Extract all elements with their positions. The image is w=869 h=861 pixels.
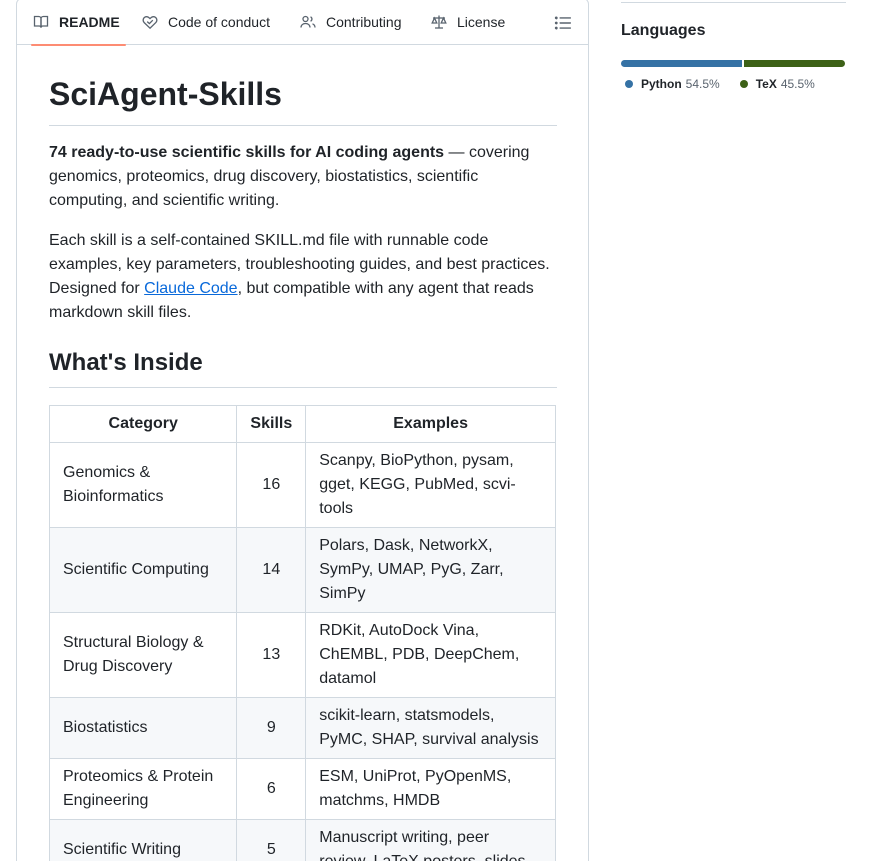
- table-header-row: Category Skills Examples: [48, 405, 556, 443]
- tab-readme-label: README: [59, 14, 120, 30]
- cell-skills: 9: [236, 697, 307, 759]
- languages-list: Python 54.5% TeX 45.5%: [621, 75, 831, 93]
- tab-readme[interactable]: README: [31, 0, 126, 46]
- code-of-conduct-icon: [142, 14, 158, 30]
- section-heading: What's Inside: [49, 349, 203, 376]
- cell-category: Scientific Computing: [48, 527, 238, 613]
- sidebar-divider: [621, 2, 846, 3]
- intro-paragraph: 74 ready-to-use scientific skills for AI…: [49, 141, 557, 213]
- language-percent: 45.5%: [780, 77, 815, 91]
- cell-skills: 16: [236, 442, 307, 528]
- tab-license-label: License: [457, 14, 506, 30]
- table-row: Proteomics & Protein Engineering 6 ESM, …: [48, 758, 556, 820]
- cell-category: Genomics & Bioinformatics: [48, 442, 238, 528]
- cell-category: Structural Biology & Drug Discovery: [48, 612, 238, 698]
- table-row: Scientific Writing 5 Manuscript writing,…: [48, 819, 556, 861]
- tab-code-of-conduct-label: Code of conduct: [168, 14, 270, 30]
- cell-examples: scikit-learn, statsmodels, PyMC, SHAP, s…: [305, 697, 556, 759]
- cell-skills: 6: [236, 758, 307, 820]
- language-name: TeX: [755, 77, 777, 91]
- cell-category: Biostatistics: [48, 697, 238, 759]
- tab-code-of-conduct[interactable]: Code of conduct: [142, 0, 270, 45]
- tab-contributing-label: Contributing: [326, 14, 402, 30]
- law-scale-icon: [431, 14, 447, 30]
- cell-examples: Manuscript writing, peer review, LaTeX p…: [305, 819, 556, 861]
- outline-toc-button[interactable]: [554, 14, 572, 32]
- table-row: Biostatistics 9 scikit-learn, statsmodel…: [48, 697, 556, 759]
- languages-heading: Languages: [621, 22, 706, 39]
- language-name: Python: [641, 77, 682, 91]
- cell-skills: 14: [236, 527, 307, 613]
- tab-license[interactable]: License: [431, 0, 505, 45]
- readme-panel: README Code of conduct Contributing Lice…: [16, 0, 589, 861]
- tab-contributing[interactable]: Contributing: [300, 0, 402, 45]
- cell-examples: ESM, UniProt, PyOpenMS, matchms, HMDB: [305, 758, 556, 820]
- readme-tabbar: README Code of conduct Contributing Lice…: [17, 0, 588, 46]
- language-bar-python[interactable]: [621, 60, 742, 67]
- skills-table: Category Skills Examples Genomics & Bioi…: [48, 405, 556, 861]
- cell-skills: 5: [236, 819, 307, 861]
- language-item-tex[interactable]: TeX 45.5%: [736, 75, 815, 93]
- languages-bar: [621, 60, 845, 67]
- language-percent: 54.5%: [685, 77, 720, 91]
- intro-bold-text: 74 ready-to-use scientific skills for AI…: [49, 144, 445, 161]
- language-item-python[interactable]: Python 54.5%: [621, 75, 720, 93]
- header-skills: Skills: [236, 405, 307, 443]
- people-icon: [300, 14, 316, 30]
- cell-examples: Polars, Dask, NetworkX, SymPy, UMAP, PyG…: [305, 527, 556, 613]
- language-bar-tex[interactable]: [743, 60, 845, 67]
- cell-examples: RDKit, AutoDock Vina, ChEMBL, PDB, DeepC…: [305, 612, 556, 698]
- cell-category: Scientific Writing: [48, 819, 238, 861]
- table-row: Structural Biology & Drug Discovery 13 R…: [48, 612, 556, 698]
- readme-title: SciAgent-Skills: [49, 76, 282, 112]
- description-paragraph: Each skill is a self-contained SKILL.md …: [49, 229, 557, 325]
- book-icon: [33, 14, 49, 30]
- claude-code-link[interactable]: Claude Code: [144, 280, 237, 297]
- header-examples: Examples: [305, 405, 556, 443]
- python-color-dot: [625, 80, 633, 88]
- table-row: Genomics & Bioinformatics 16 Scanpy, Bio…: [48, 442, 556, 528]
- tex-color-dot: [739, 80, 748, 88]
- list-unordered-icon: [554, 16, 572, 36]
- title-divider: [49, 125, 557, 126]
- cell-skills: 13: [236, 612, 307, 698]
- section-divider: [49, 387, 557, 388]
- cell-examples: Scanpy, BioPython, pysam, gget, KEGG, Pu…: [305, 442, 556, 528]
- header-category: Category: [48, 405, 238, 443]
- table-row: Scientific Computing 14 Polars, Dask, Ne…: [48, 527, 556, 613]
- cell-category: Proteomics & Protein Engineering: [48, 758, 238, 820]
